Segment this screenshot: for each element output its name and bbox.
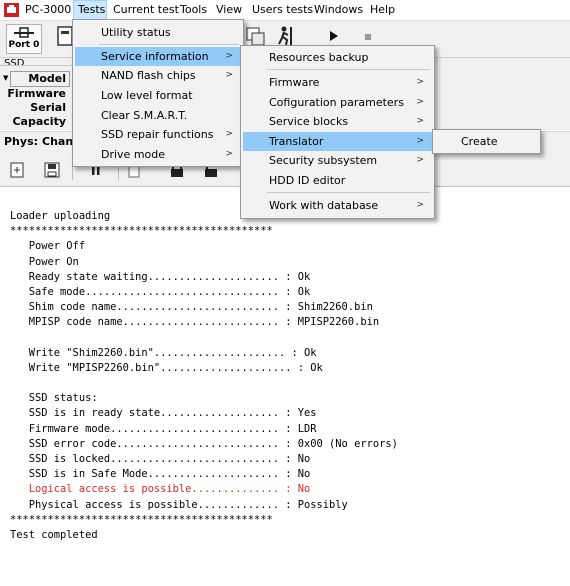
log-text: Loader uploading ************************… [10, 209, 398, 543]
menu-item-resources-backup[interactable]: Resources backup [243, 48, 432, 67]
log-line: SSD error code..........................… [10, 437, 398, 450]
menu-item-label: Clear S.M.A.R.T. [101, 109, 188, 122]
tests-menu: Utility status Service information > NAND… [72, 19, 244, 167]
log-line: Safe mode...............................… [10, 285, 311, 298]
submenu-arrow-icon: > [416, 97, 424, 107]
submenu-arrow-icon: > [416, 200, 424, 210]
log-line: Ready state waiting.....................… [10, 270, 311, 283]
log-line: MPISP code name.........................… [10, 316, 380, 329]
menu-current-test[interactable]: Current test [109, 0, 183, 20]
menu-item-label: SSD repair functions [101, 128, 214, 141]
menu-item-label: Work with database [269, 199, 379, 212]
submenu-arrow-icon: > [416, 136, 424, 146]
log-line: SSD is in Safe Mode.....................… [10, 468, 311, 481]
log-line: SSD is locked...........................… [10, 453, 311, 465]
model-label: Model [28, 72, 66, 85]
menu-separator [99, 44, 239, 45]
log-line: Firmware mode...........................… [10, 422, 317, 435]
menu-item-firmware[interactable]: Firmware > [243, 73, 432, 92]
submenu-arrow-icon: > [416, 155, 424, 165]
ssd-group-title: SSD [4, 58, 25, 69]
app-logo-icon [4, 3, 19, 17]
menu-pc3000[interactable]: PC-3000 [21, 0, 75, 20]
save-icon[interactable] [42, 160, 62, 180]
submenu-arrow-icon: > [225, 51, 233, 61]
firmware-label: Firmware [7, 87, 66, 100]
log-line: Power Off [10, 240, 86, 253]
menu-help[interactable]: Help [366, 0, 399, 20]
log-line: Write "MPISP2260.bin"...................… [10, 361, 323, 374]
submenu-arrow-icon: > [416, 116, 424, 126]
menu-item-create[interactable]: Create [435, 132, 538, 151]
menu-item-label: Cofiguration parameters [269, 96, 404, 109]
menu-bar: PC-3000 Tests Current test Tools View Us… [0, 0, 570, 21]
translator-submenu: Create [432, 129, 541, 154]
port-button[interactable]: Port 0 [6, 24, 42, 54]
phys-label: Phys: [4, 135, 39, 148]
menu-item-label: Resources backup [269, 51, 369, 64]
menu-item-label: Firmware [269, 76, 320, 89]
log-line: SSD status: [10, 392, 98, 405]
menu-tools[interactable]: Tools [176, 0, 211, 20]
service-information-submenu: Resources backup Firmware > Cofiguration … [240, 45, 435, 219]
menu-item-work-with-database[interactable]: Work with database > [243, 196, 432, 215]
serial-label: Serial [30, 101, 66, 114]
log-line: Write "Shim2260.bin"....................… [10, 346, 317, 359]
submenu-arrow-icon: > [225, 70, 233, 80]
log-line: Power On [10, 255, 79, 268]
menu-separator [267, 192, 430, 193]
menu-item-label: Drive mode [101, 148, 166, 161]
menu-item-drive-mode[interactable]: Drive mode > [75, 145, 241, 164]
menu-item-clear-smart[interactable]: Clear S.M.A.R.T. [75, 106, 241, 125]
submenu-arrow-icon: > [416, 77, 424, 87]
menu-item-label: Service information [101, 50, 209, 63]
log-output: Loader uploading ************************… [0, 187, 570, 586]
menu-tests[interactable]: Tests [73, 0, 107, 20]
menu-item-low-level-format[interactable]: Low level format [75, 86, 241, 105]
menu-separator [267, 69, 430, 70]
menu-item-label: Create [461, 135, 498, 148]
menu-item-label: Service blocks [269, 115, 349, 128]
menu-users-tests[interactable]: Users tests [248, 0, 317, 20]
open-icon[interactable] [8, 160, 28, 180]
menu-item-hdd-id-editor[interactable]: HDD ID editor [243, 171, 432, 190]
group-divider [0, 65, 72, 66]
menu-item-security-subsystem[interactable]: Security subsystem > [243, 151, 432, 170]
port-connector-icon [14, 27, 34, 39]
menu-windows[interactable]: Windows [310, 0, 367, 20]
menu-item-translator[interactable]: Translator > [243, 132, 432, 151]
menu-item-service-information[interactable]: Service information > [75, 47, 241, 66]
submenu-arrow-icon: > [225, 129, 233, 139]
submenu-arrow-icon: > [225, 149, 233, 159]
port-label: Port 0 [8, 40, 40, 50]
menu-item-label: Translator [269, 135, 324, 148]
menu-item-label: NAND flash chips [101, 69, 196, 82]
menu-item-label: Utility status [101, 26, 171, 39]
menu-item-service-blocks[interactable]: Service blocks > [243, 112, 432, 131]
log-line: Logical access is possible..............… [10, 483, 311, 496]
log-line: ****************************************… [10, 225, 273, 238]
menu-item-nand-flash-chips[interactable]: NAND flash chips > [75, 66, 241, 85]
log-line: ****************************************… [10, 513, 273, 526]
log-line: SSD is in ready state...................… [10, 407, 317, 420]
log-line: Test completed [10, 528, 98, 541]
log-line: Shim code name..........................… [10, 301, 373, 314]
menu-item-label: HDD ID editor [269, 174, 346, 187]
menu-item-utility-status[interactable]: Utility status [75, 23, 241, 42]
menu-item-label: Security subsystem [269, 154, 378, 167]
menu-item-label: Low level format [101, 89, 193, 102]
log-line: Physical access is possible.............… [10, 498, 348, 511]
capacity-label: Capacity [12, 115, 66, 128]
menu-item-configuration-parameters[interactable]: Cofiguration parameters > [243, 93, 432, 112]
menu-view[interactable]: View [212, 0, 246, 20]
menu-item-ssd-repair-functions[interactable]: SSD repair functions > [75, 125, 241, 144]
